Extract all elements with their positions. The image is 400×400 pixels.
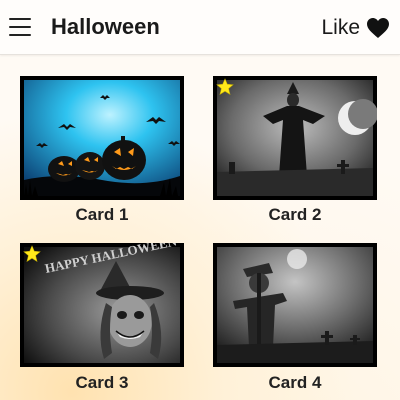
hamburger-menu-icon[interactable] <box>9 18 31 36</box>
card-3-image: HAPPY HALLOWEEN <box>20 243 184 367</box>
card-2-label: Card 2 <box>268 205 322 224</box>
card-3[interactable]: HAPPY HALLOWEEN <box>20 243 184 367</box>
card-4-image <box>213 243 377 367</box>
heart-icon <box>367 17 389 38</box>
card-1[interactable] <box>20 76 184 200</box>
card-3-label: Card 3 <box>75 373 129 392</box>
star-icon <box>23 245 41 262</box>
card-4[interactable] <box>213 243 377 367</box>
page-title: Halloween <box>51 14 160 39</box>
card-1-image <box>20 76 184 200</box>
star-icon <box>216 78 234 95</box>
card-2[interactable] <box>213 76 377 200</box>
like-label: Like <box>321 15 360 39</box>
app-bar: Halloween Like <box>0 0 400 55</box>
card-4-label: Card 4 <box>268 373 322 392</box>
card-2-image <box>213 76 377 200</box>
like-button[interactable]: Like <box>321 0 390 55</box>
card-1-label: Card 1 <box>75 205 129 224</box>
